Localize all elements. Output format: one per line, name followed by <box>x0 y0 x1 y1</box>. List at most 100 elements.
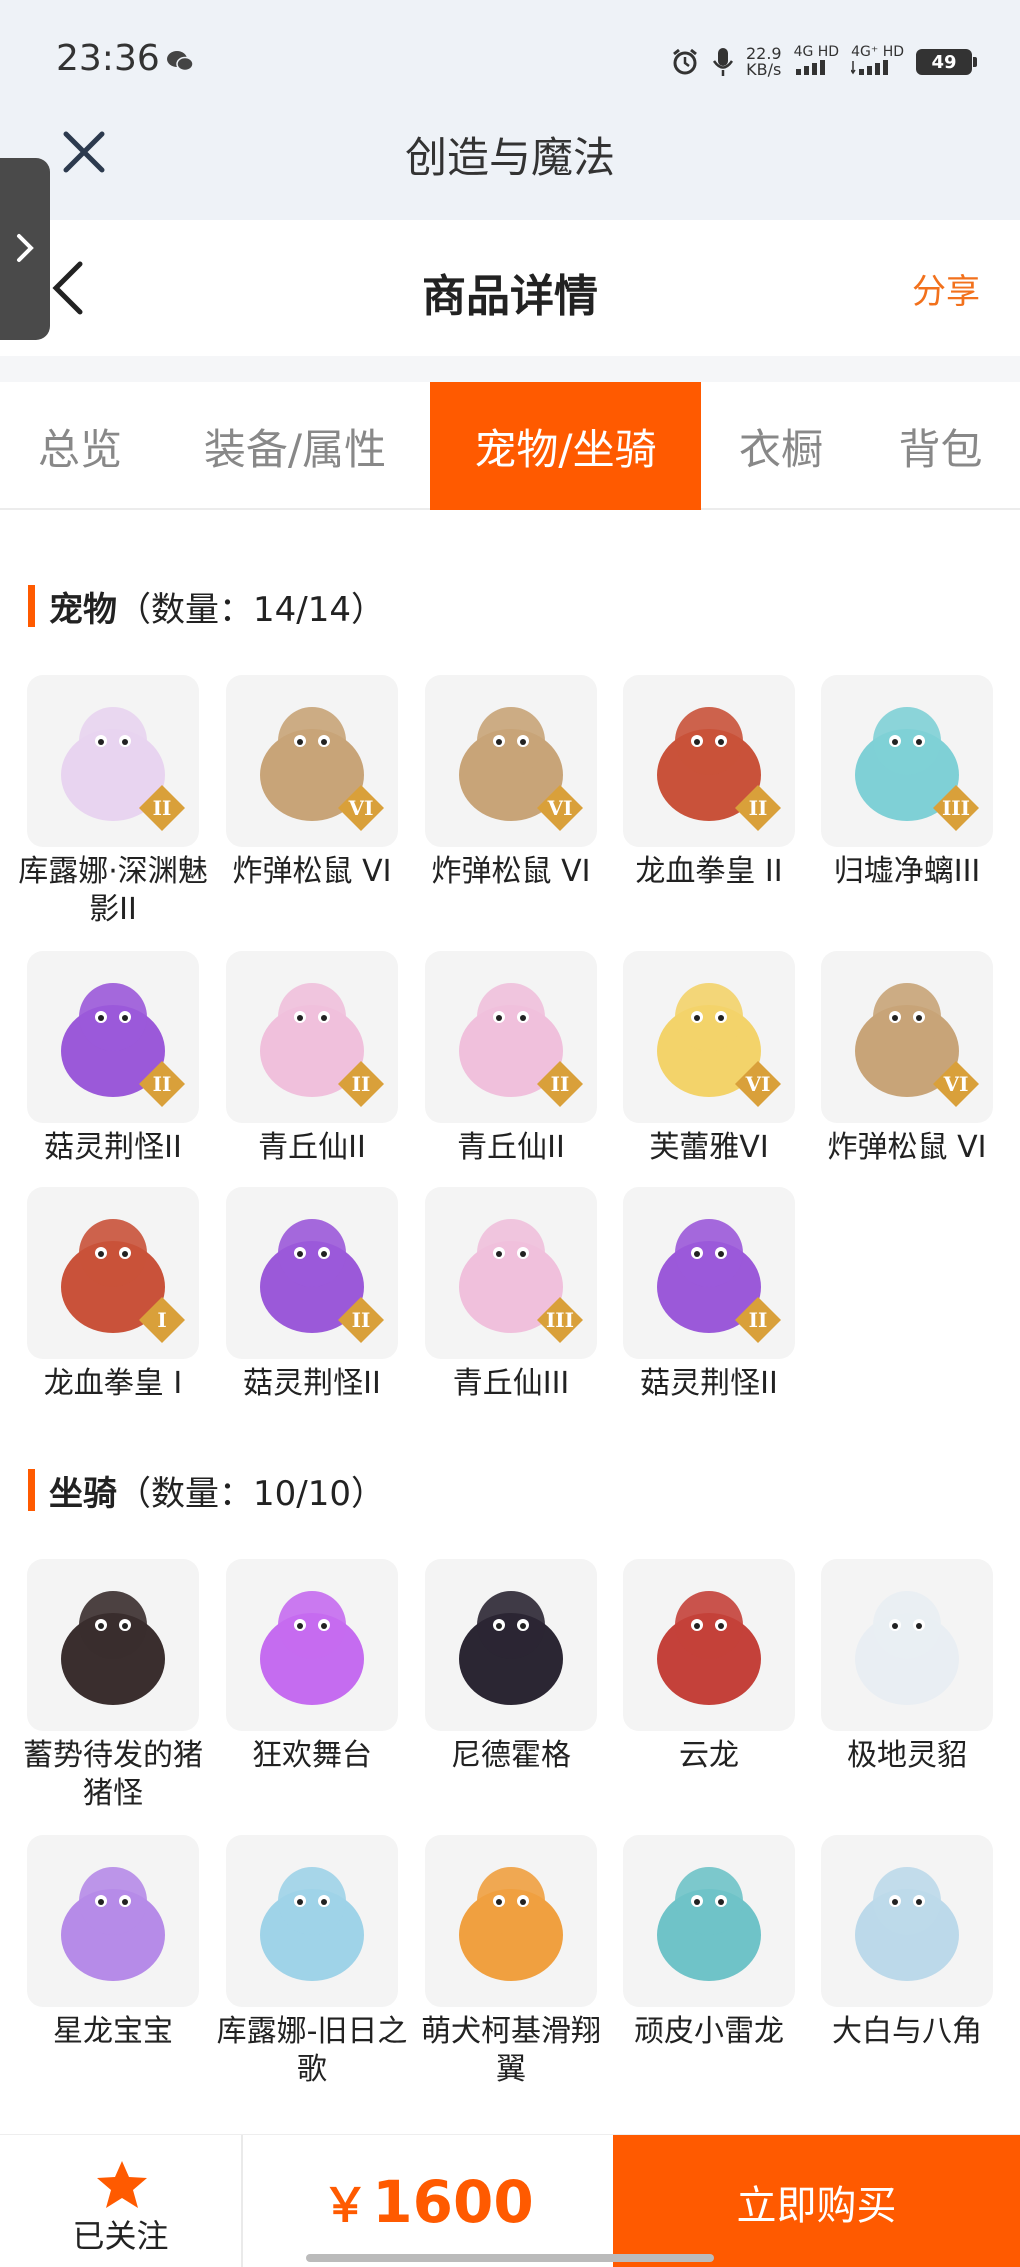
tab-wardrobe[interactable]: 衣橱 <box>701 382 861 510</box>
tab-bar: 总览 装备/属性 宠物/坐骑 衣橱 背包 <box>0 382 1020 510</box>
pet-item[interactable]: VI 炸弹松鼠 VI <box>425 675 603 891</box>
item-name: 萌犬柯基滑翔翼 <box>421 2014 601 2087</box>
grade-badge-icon: II <box>338 1297 384 1343</box>
item-thumbnail: VI <box>623 951 795 1123</box>
pet-item[interactable]: VI 炸弹松鼠 VI <box>226 675 404 891</box>
pet-item[interactable]: VI 炸弹松鼠 VI <box>821 951 999 1167</box>
price-currency: ￥ <box>322 2177 369 2232</box>
item-name: 尼德霍格 <box>451 1738 571 1773</box>
signal-bars-icon <box>795 60 825 75</box>
svg-text:II: II <box>749 1308 768 1332</box>
item-name: 星龙宝宝 <box>53 2014 173 2049</box>
svg-text:II: II <box>749 796 768 820</box>
follow-button[interactable]: 已关注 <box>0 2135 243 2267</box>
mount-item[interactable]: 顽皮小雷龙 <box>623 1835 801 2051</box>
pet-item[interactable]: VI 芙蕾雅VI <box>623 951 801 1167</box>
detail-header: 商品详情 分享 <box>0 220 1020 356</box>
grade-badge-icon: II <box>338 1061 384 1107</box>
mount-item[interactable]: 星龙宝宝 <box>27 1835 205 2051</box>
item-name: 龙血拳皇 II <box>635 854 783 889</box>
section-title: 宠物 <box>49 589 117 630</box>
side-drawer-handle[interactable] <box>0 158 50 340</box>
buy-now-button[interactable]: 立即购买 <box>613 2135 1020 2267</box>
section-accent-bar <box>28 1469 35 1511</box>
mount-item[interactable]: 尼德霍格 <box>425 1559 603 1775</box>
pet-item[interactable]: II 菇灵荆怪II <box>226 1187 404 1403</box>
tab-backpack[interactable]: 背包 <box>861 382 1020 510</box>
share-button[interactable]: 分享 <box>912 264 980 313</box>
mounts-section-header: 坐骑 （数量：10/10） <box>28 1466 385 1514</box>
pet-item[interactable]: II 龙血拳皇 II <box>623 675 801 891</box>
section-count: （数量：10/10） <box>117 1473 385 1514</box>
grade-badge-icon: VI <box>338 785 384 831</box>
tab-overview[interactable]: 总览 <box>0 382 160 510</box>
item-thumbnail <box>27 1559 199 1731</box>
item-thumbnail <box>226 1559 398 1731</box>
cloud-dragon-icon <box>657 1591 761 1705</box>
mount-item[interactable]: 蓄势待发的猪猪怪 <box>23 1559 205 1813</box>
pet-item[interactable]: II 库露娜·深渊魅影II <box>18 675 208 929</box>
alarm-icon <box>673 48 697 75</box>
item-thumbnail: II <box>425 951 597 1123</box>
battery-icon: 49 <box>916 49 977 75</box>
grade-badge-icon: III <box>933 785 979 831</box>
item-thumbnail <box>425 1559 597 1731</box>
home-indicator <box>306 2254 714 2262</box>
item-name: 芙蕾雅VI <box>649 1130 769 1165</box>
grade-badge-icon: II <box>139 1061 185 1107</box>
mount-item[interactable]: 库露娜-旧日之歌 <box>217 1835 407 2089</box>
baby-dragon-icon <box>61 1867 165 1981</box>
mount-item[interactable]: 狂欢舞台 <box>226 1559 404 1775</box>
tab-equipment[interactable]: 装备/属性 <box>160 382 430 510</box>
item-thumbnail: III <box>821 675 993 847</box>
item-thumbnail <box>821 1835 993 2007</box>
svg-text:VI: VI <box>348 796 374 820</box>
divider <box>0 356 1020 382</box>
status-icons: 22.9 KB/s 4G HD 4G⁺ HD 49 <box>670 40 977 84</box>
pig-icon <box>61 1591 165 1705</box>
mount-item[interactable]: 大白与八角 <box>821 1835 999 2051</box>
item-name: 狂欢舞台 <box>252 1738 372 1773</box>
item-name: 炸弹松鼠 VI <box>431 854 591 889</box>
item-thumbnail: II <box>623 675 795 847</box>
svg-text:II: II <box>153 1072 172 1096</box>
signal-1: 4G HD <box>794 45 839 79</box>
pet-item[interactable]: II 青丘仙II <box>226 951 404 1167</box>
signal-2: 4G⁺ HD <box>850 45 904 79</box>
svg-text:VI: VI <box>745 1072 771 1096</box>
svg-text:I: I <box>157 1308 166 1332</box>
item-name: 炸弹松鼠 VI <box>232 854 392 889</box>
item-thumbnail: II <box>226 951 398 1123</box>
item-name: 云龙 <box>679 1738 739 1773</box>
black-dragon-icon <box>459 1591 563 1705</box>
pet-item[interactable]: I 龙血拳皇 I <box>27 1187 205 1403</box>
mount-item[interactable]: 萌犬柯基滑翔翼 <box>421 1835 603 2089</box>
section-accent-bar <box>28 585 35 627</box>
pet-item[interactable]: II 青丘仙II <box>425 951 603 1167</box>
section-count: （数量：14/14） <box>117 589 385 630</box>
app-title: 创造与魔法 <box>404 133 615 182</box>
grade-badge-icon: II <box>537 1061 583 1107</box>
pet-item[interactable]: II 菇灵荆怪II <box>27 951 205 1167</box>
item-name: 蓄势待发的猪猪怪 <box>23 1738 203 1811</box>
pet-item[interactable]: III 归墟净螭III <box>821 675 999 891</box>
pet-item[interactable]: II 菇灵荆怪II <box>623 1187 801 1403</box>
tab-pets-mounts[interactable]: 宠物/坐骑 <box>430 382 701 510</box>
chevron-right-icon <box>17 234 34 262</box>
stage-icon <box>260 1591 364 1705</box>
item-name: 归墟净螭III <box>833 854 981 889</box>
item-name: 炸弹松鼠 VI <box>827 1130 987 1165</box>
item-thumbnail <box>425 1835 597 2007</box>
item-thumbnail <box>623 1835 795 2007</box>
item-name: 青丘仙II <box>457 1130 565 1165</box>
item-name: 极地灵貂 <box>847 1738 967 1773</box>
grade-badge-icon: III <box>537 1297 583 1343</box>
grade-badge-icon: VI <box>735 1061 781 1107</box>
item-name: 菇灵荆怪II <box>640 1366 778 1401</box>
item-name: 青丘仙III <box>452 1366 570 1401</box>
pet-item[interactable]: III 青丘仙III <box>425 1187 603 1403</box>
item-thumbnail <box>27 1835 199 2007</box>
item-thumbnail <box>623 1559 795 1731</box>
mount-item[interactable]: 极地灵貂 <box>821 1559 999 1775</box>
mount-item[interactable]: 云龙 <box>623 1559 801 1775</box>
